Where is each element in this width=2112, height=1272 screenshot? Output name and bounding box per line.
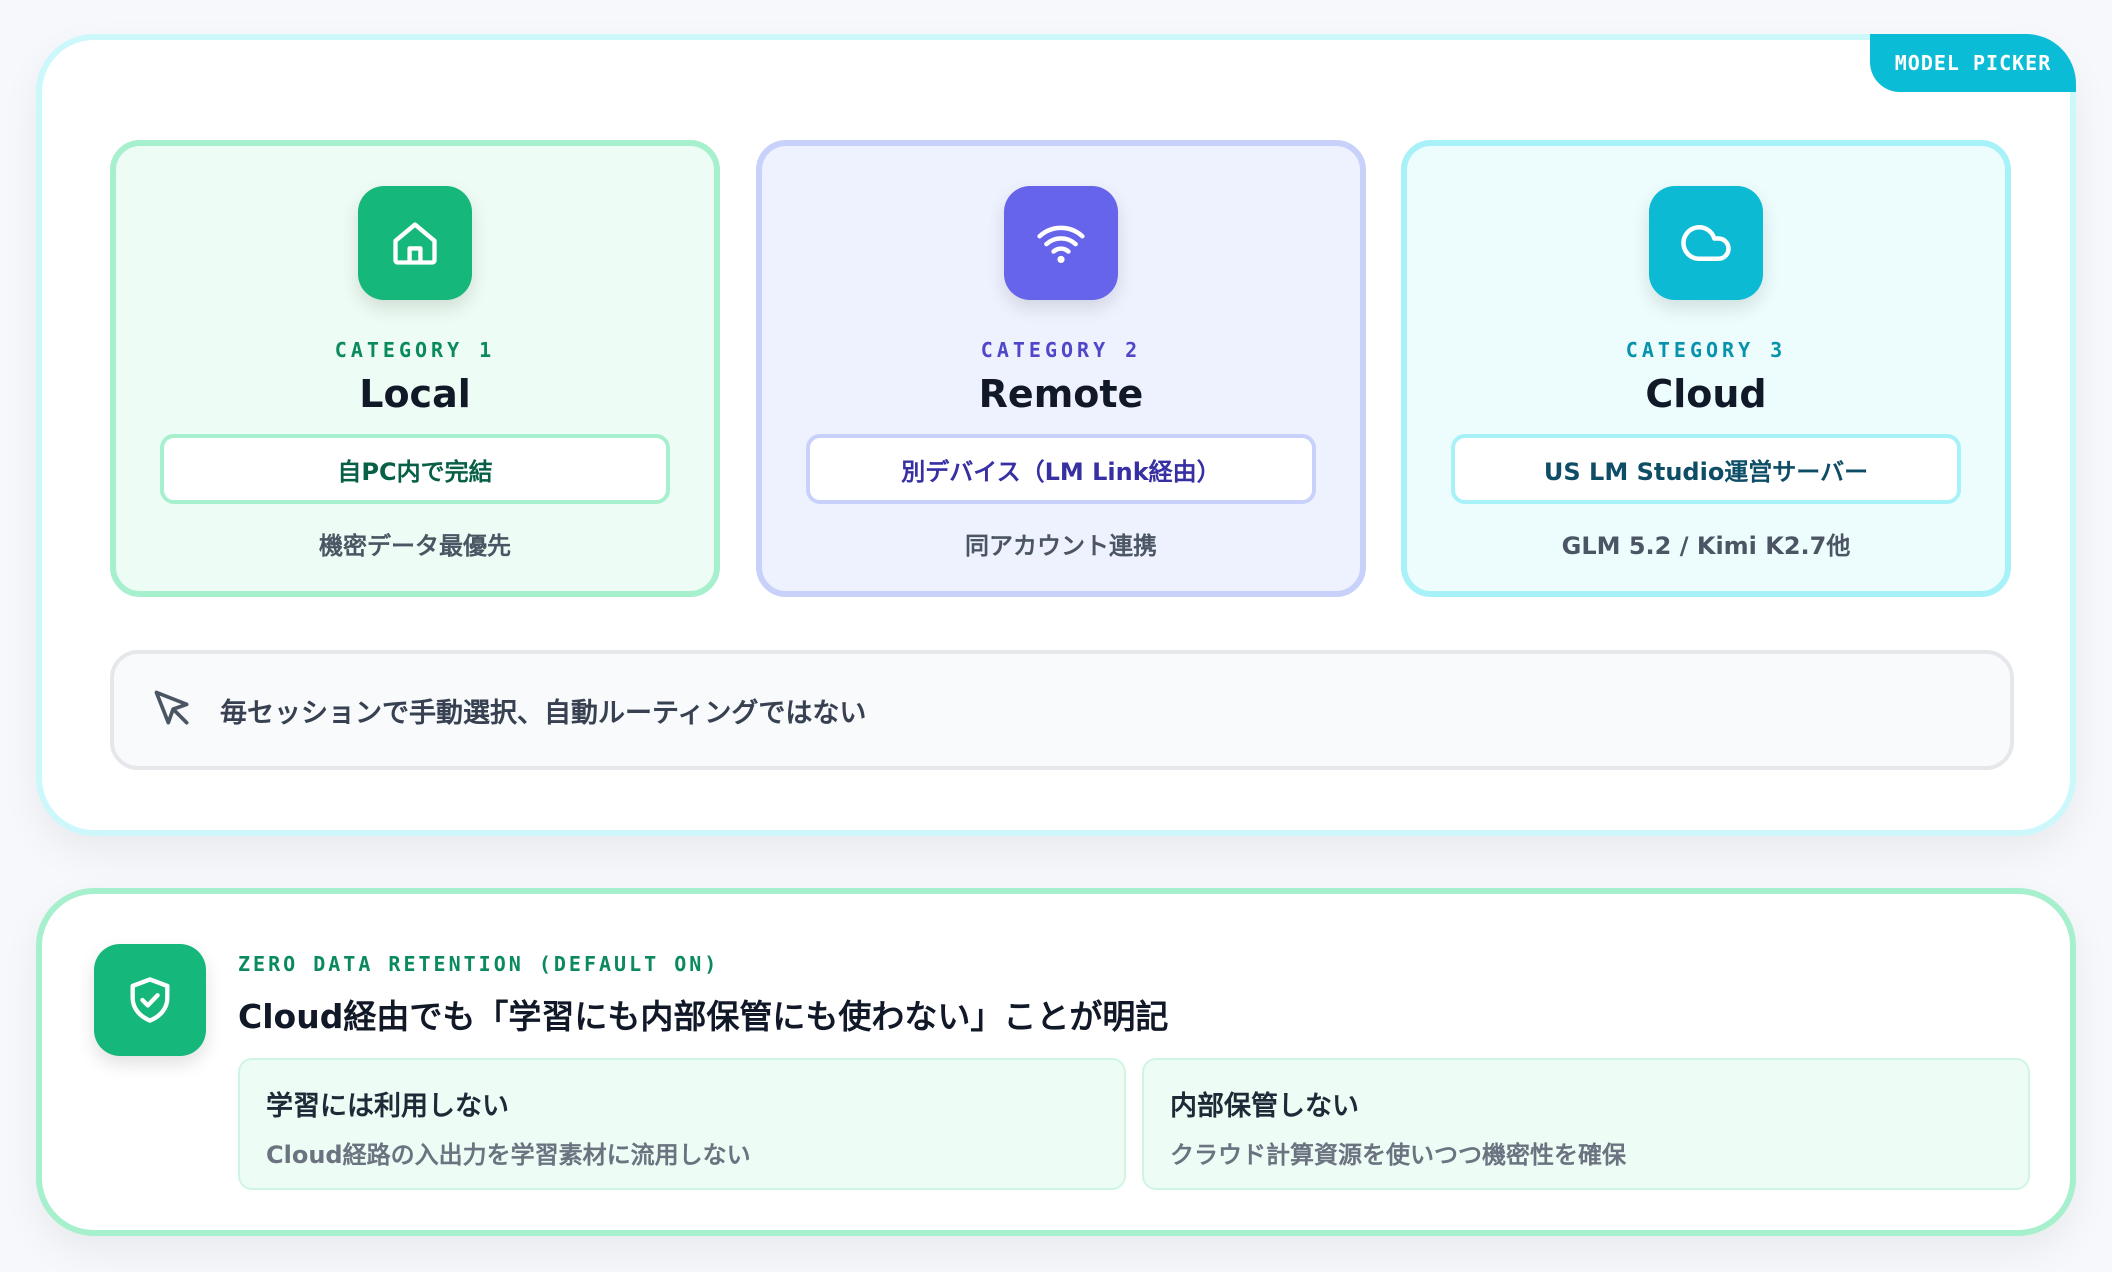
category-pill: US LM Studio運営サーバー (1451, 434, 1961, 504)
zdr-item-no-training: 学習には利用しない Cloud経路の入出力を学習素材に流用しない (238, 1058, 1126, 1190)
zero-data-retention-panel: ZERO DATA RETENTION (DEFAULT ON) Cloud経由… (36, 888, 2076, 1236)
category-note: 同アカウント連携 (965, 532, 1157, 560)
cloud-icon (1649, 186, 1763, 300)
category-label: CATEGORY 1 (334, 338, 496, 362)
zdr-item-sub: Cloud経路の入出力を学習素材に流用しない (266, 1141, 751, 1169)
zdr-label: ZERO DATA RETENTION (DEFAULT ON) (238, 952, 720, 976)
category-card-cloud[interactable]: CATEGORY 3 Cloud US LM Studio運営サーバー GLM … (1401, 140, 2011, 597)
category-title: Remote (978, 372, 1144, 416)
zdr-item-heading: 内部保管しない (1170, 1091, 1359, 1122)
zdr-title: Cloud経由でも「学習にも内部保管にも使わない」ことが明記 (238, 997, 1169, 1036)
zdr-item-no-storage: 内部保管しない クラウド計算資源を使いつつ機密性を確保 (1142, 1058, 2030, 1190)
category-card-remote[interactable]: CATEGORY 2 Remote 別デバイス（LM Link経由） 同アカウン… (756, 140, 1366, 597)
category-note: 機密データ最優先 (319, 532, 511, 560)
manual-selection-note: 毎セッションで手動選択、自動ルーティングではない (110, 650, 2014, 770)
category-pill: 別デバイス（LM Link経由） (806, 434, 1316, 504)
category-note: GLM 5.2 / Kimi K2.7他 (1561, 532, 1851, 560)
category-card-local[interactable]: CATEGORY 1 Local 自PC内で完結 機密データ最優先 (110, 140, 720, 597)
zdr-item-heading: 学習には利用しない (266, 1091, 509, 1122)
manual-selection-text: 毎セッションで手動選択、自動ルーティングではない (220, 697, 867, 729)
category-label: CATEGORY 2 (980, 338, 1142, 362)
home-icon (358, 186, 472, 300)
category-label: CATEGORY 3 (1625, 338, 1787, 362)
zdr-item-sub: クラウド計算資源を使いつつ機密性を確保 (1170, 1141, 1626, 1169)
category-title: Local (359, 372, 471, 416)
category-pill: 自PC内で完結 (160, 434, 670, 504)
category-title: Cloud (1645, 372, 1767, 416)
model-picker-panel: MODEL PICKER CATEGORY 1 Local 自PC内で完結 機密… (36, 34, 2076, 836)
wifi-icon (1004, 186, 1118, 300)
shield-check-icon (94, 944, 206, 1056)
model-picker-tag: MODEL PICKER (1870, 34, 2076, 92)
cursor-icon (150, 686, 194, 734)
